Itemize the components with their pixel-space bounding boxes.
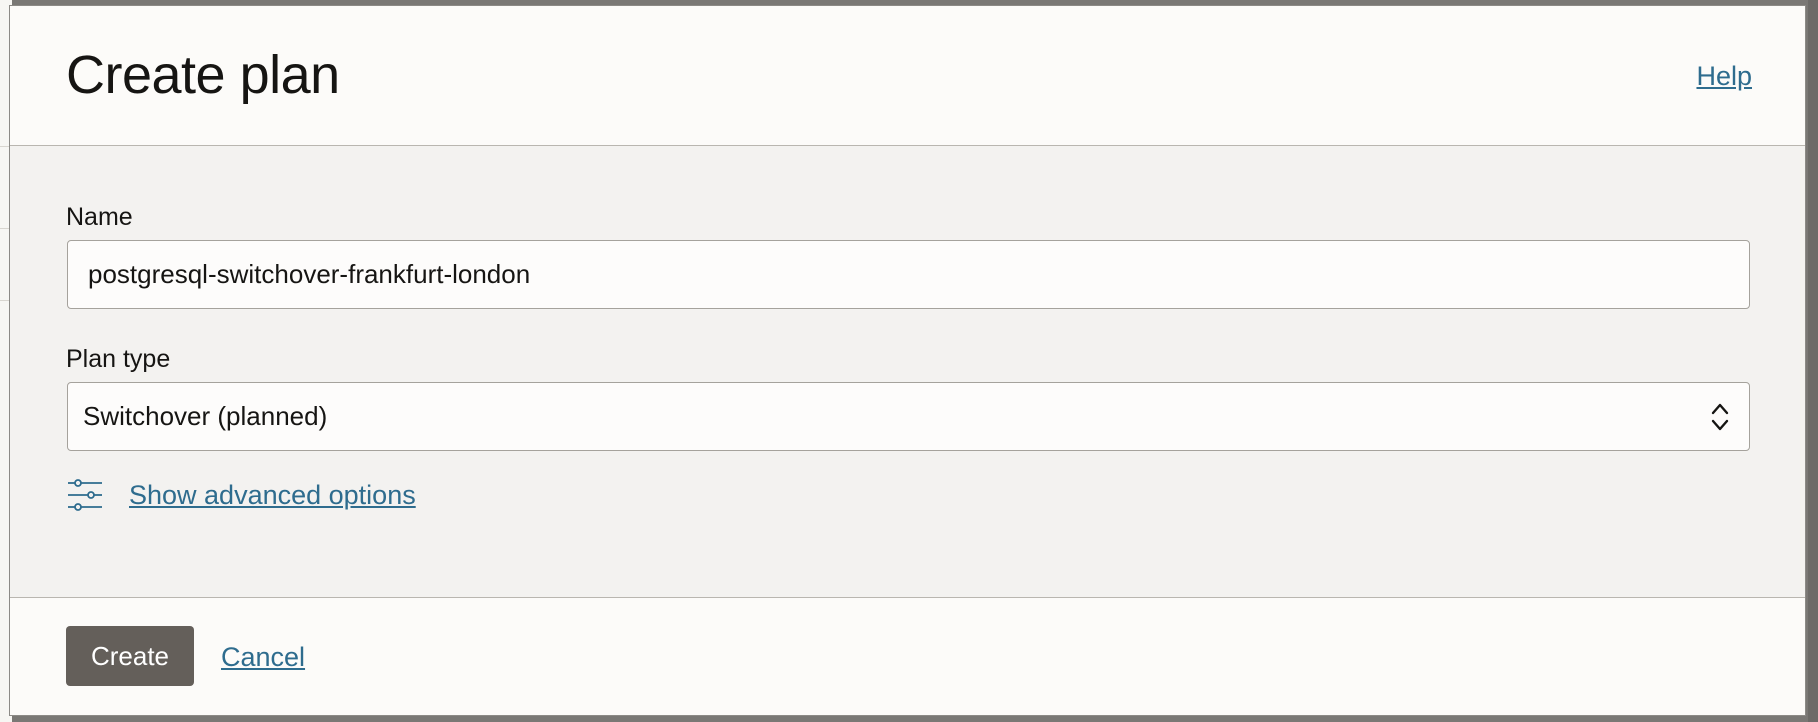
- name-label: Name: [66, 203, 133, 231]
- show-advanced-options-link[interactable]: Show advanced options: [129, 480, 416, 511]
- create-plan-dialog: Create plan Help Name Plan type Switchov…: [9, 5, 1806, 716]
- name-input[interactable]: [67, 240, 1750, 309]
- sliders-icon: [68, 479, 102, 511]
- cancel-link[interactable]: Cancel: [221, 642, 305, 673]
- dialog-footer: Create Cancel: [10, 598, 1805, 715]
- background-page-right-edge: [1808, 0, 1818, 722]
- plan-type-select[interactable]: Switchover (planned): [67, 382, 1750, 451]
- dialog-body: Name Plan type Switchover (planned): [10, 146, 1805, 598]
- dialog-title: Create plan: [66, 45, 340, 105]
- show-advanced-options[interactable]: Show advanced options: [67, 477, 416, 513]
- help-link[interactable]: Help: [1696, 61, 1752, 92]
- create-button[interactable]: Create: [66, 626, 194, 686]
- dialog-header: Create plan Help: [10, 6, 1805, 146]
- plan-type-selected-value: Switchover (planned): [83, 401, 328, 431]
- chevron-up-down-icon: [1711, 403, 1729, 430]
- plan-type-label: Plan type: [66, 345, 171, 373]
